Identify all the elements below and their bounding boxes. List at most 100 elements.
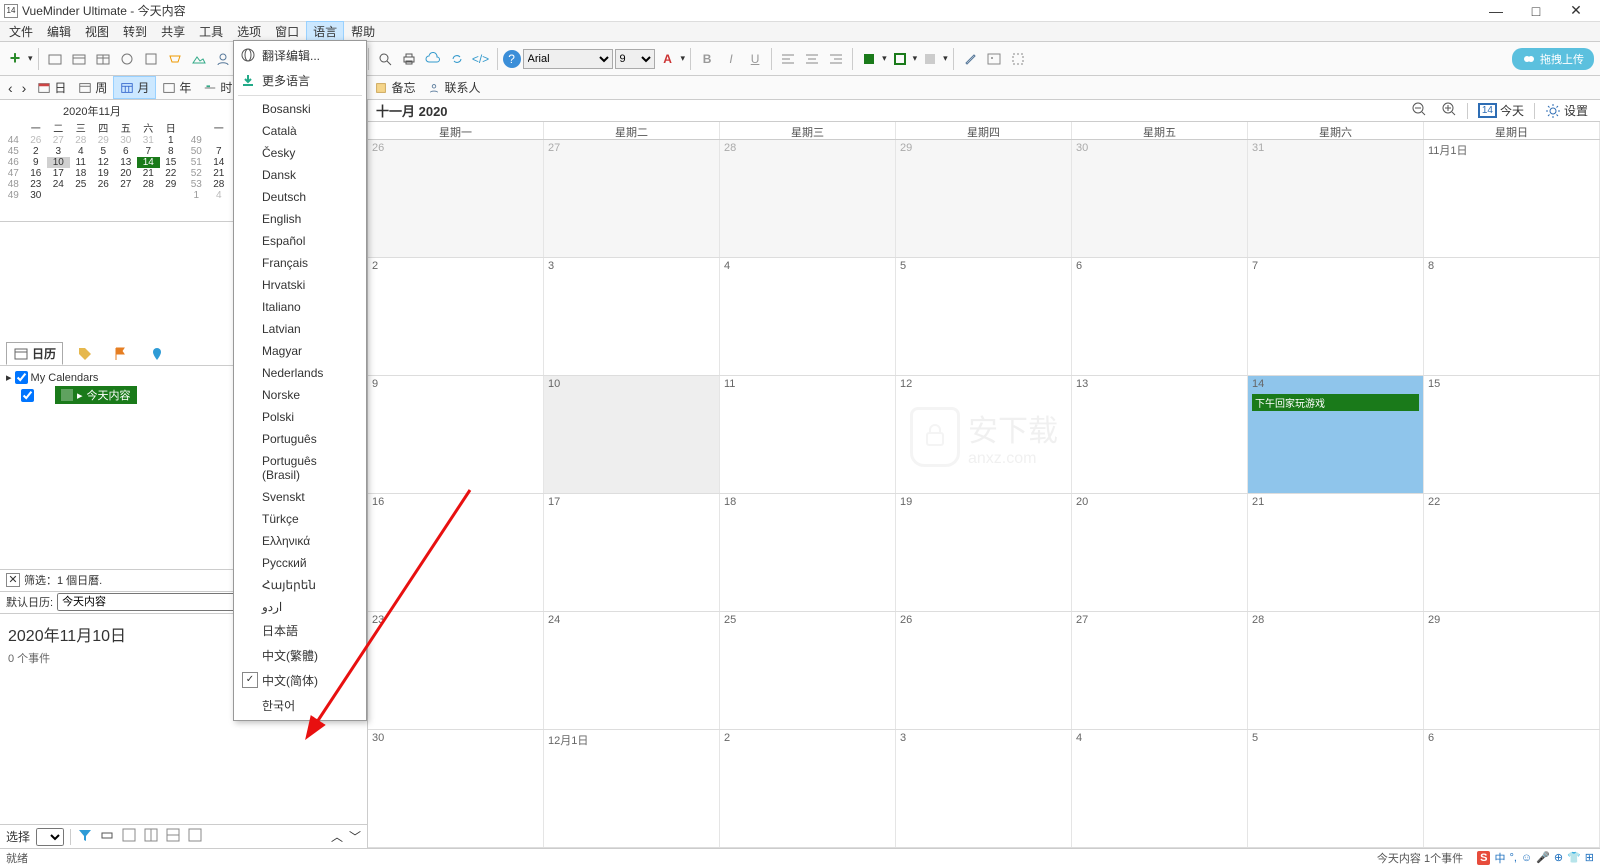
day-cell[interactable]: 24 bbox=[544, 612, 720, 729]
day-cell[interactable]: 9 bbox=[368, 376, 544, 493]
view-year[interactable]: 年 bbox=[156, 77, 197, 98]
lang-option[interactable]: 한국어 bbox=[234, 693, 366, 718]
day-cell[interactable]: 2 bbox=[368, 258, 544, 375]
menu-工具[interactable]: 工具 bbox=[192, 21, 230, 42]
tray-icon[interactable]: ⊞ bbox=[1585, 851, 1594, 864]
zoom-out-icon[interactable] bbox=[1407, 100, 1431, 121]
lang-option[interactable]: 日本語 bbox=[234, 618, 366, 643]
day-cell[interactable]: 3 bbox=[544, 258, 720, 375]
lang-option[interactable]: Norske bbox=[234, 384, 366, 406]
filter-icon[interactable] bbox=[77, 827, 93, 846]
lang-option[interactable]: Magyar bbox=[234, 340, 366, 362]
day-cell[interactable]: 6 bbox=[1072, 258, 1248, 375]
tool-icon[interactable] bbox=[92, 48, 114, 70]
mini-calendar-current[interactable]: 2020年11月一二三四五六日4426272829303114523456784… bbox=[2, 102, 182, 219]
zoom-in-icon[interactable] bbox=[1437, 100, 1461, 121]
lang-option[interactable]: Русский bbox=[234, 552, 366, 574]
lang-option[interactable]: Dansk bbox=[234, 164, 366, 186]
day-cell[interactable]: 18 bbox=[720, 494, 896, 611]
day-cell[interactable]: 22 bbox=[1424, 494, 1600, 611]
nav-next[interactable]: › bbox=[18, 80, 31, 96]
day-cell[interactable]: 12月1日 bbox=[544, 730, 720, 847]
lang-option[interactable]: Nederlands bbox=[234, 362, 366, 384]
tool-icon[interactable] bbox=[164, 48, 186, 70]
day-cell[interactable]: 4 bbox=[1072, 730, 1248, 847]
ime-icon[interactable]: S bbox=[1477, 851, 1490, 865]
tray-icon[interactable]: 👕 bbox=[1567, 851, 1581, 864]
lang-option[interactable]: Polski bbox=[234, 406, 366, 428]
tree-root-check[interactable] bbox=[15, 371, 28, 384]
italic-icon[interactable]: I bbox=[720, 48, 742, 70]
code-icon[interactable]: </> bbox=[470, 48, 492, 70]
day-cell[interactable]: 21 bbox=[1248, 494, 1424, 611]
menu-转到[interactable]: 转到 bbox=[116, 21, 154, 42]
align-center-icon[interactable] bbox=[801, 48, 823, 70]
tab-calendar[interactable]: 日历 bbox=[6, 342, 63, 365]
day-cell[interactable]: 28 bbox=[1248, 612, 1424, 729]
lang-option[interactable]: English bbox=[234, 208, 366, 230]
underline-icon[interactable]: U bbox=[744, 48, 766, 70]
lang-option[interactable]: Türkçe bbox=[234, 508, 366, 530]
sync-icon[interactable] bbox=[446, 48, 468, 70]
day-cell[interactable]: 4 bbox=[720, 258, 896, 375]
layout-icon[interactable] bbox=[121, 827, 137, 846]
lang-option[interactable]: Հայերեն bbox=[234, 574, 366, 596]
lang-option[interactable]: Català bbox=[234, 120, 366, 142]
menu-语言[interactable]: 语言 bbox=[306, 21, 344, 42]
upload-button[interactable]: 拖拽上传 bbox=[1512, 48, 1594, 70]
lang-option[interactable]: Svenskt bbox=[234, 486, 366, 508]
lang-option[interactable]: 中文(简体) bbox=[234, 668, 366, 693]
day-cell[interactable]: 2 bbox=[720, 730, 896, 847]
layout-icon[interactable] bbox=[187, 827, 203, 846]
tool-icon[interactable] bbox=[68, 48, 90, 70]
lang-option[interactable]: Latvian bbox=[234, 318, 366, 340]
tool-icon[interactable] bbox=[44, 48, 66, 70]
new-button[interactable]: + bbox=[4, 48, 26, 70]
day-cell[interactable]: 26 bbox=[896, 612, 1072, 729]
tray-icon[interactable]: 中 bbox=[1494, 850, 1505, 866]
day-cell[interactable]: 16 bbox=[368, 494, 544, 611]
gradient-icon[interactable] bbox=[919, 48, 941, 70]
day-cell[interactable]: 5 bbox=[896, 258, 1072, 375]
day-cell[interactable]: 11 bbox=[720, 376, 896, 493]
lang-option[interactable]: Česky bbox=[234, 142, 366, 164]
day-cell[interactable]: 19 bbox=[896, 494, 1072, 611]
day-cell[interactable]: 17 bbox=[544, 494, 720, 611]
lang-option[interactable]: Deutsch bbox=[234, 186, 366, 208]
help-icon[interactable]: ? bbox=[503, 50, 521, 68]
font-color-icon[interactable]: A bbox=[657, 48, 679, 70]
font-size-select[interactable]: 9 bbox=[615, 49, 655, 69]
tool-icon[interactable] bbox=[212, 48, 234, 70]
menu-窗口[interactable]: 窗口 bbox=[268, 21, 306, 42]
day-cell[interactable]: 13 bbox=[1072, 376, 1248, 493]
close-filter-icon[interactable]: ✕ bbox=[6, 573, 20, 587]
lang-option[interactable]: Hrvatski bbox=[234, 274, 366, 296]
minimize-button[interactable]: — bbox=[1476, 3, 1516, 19]
day-cell[interactable]: 11月1日 bbox=[1424, 140, 1600, 257]
print-icon[interactable] bbox=[99, 827, 115, 846]
view-contact[interactable]: 联系人 bbox=[421, 77, 486, 98]
menu-视图[interactable]: 视图 bbox=[78, 21, 116, 42]
lang-option[interactable]: اردو bbox=[234, 596, 366, 618]
tool-icon[interactable] bbox=[188, 48, 210, 70]
menu-选项[interactable]: 选项 bbox=[230, 21, 268, 42]
day-cell[interactable]: 29 bbox=[896, 140, 1072, 257]
bold-icon[interactable]: B bbox=[696, 48, 718, 70]
month-grid[interactable]: 26272829303111月1日234567891011121314下午回家玩… bbox=[368, 140, 1600, 848]
event-bar[interactable]: 下午回家玩游戏 bbox=[1252, 394, 1419, 411]
tray-icon[interactable]: °, bbox=[1509, 852, 1516, 864]
view-week[interactable]: 周 bbox=[72, 77, 113, 98]
view-day[interactable]: 日 bbox=[31, 77, 72, 98]
tab-location-icon[interactable] bbox=[143, 344, 171, 364]
day-cell[interactable]: 31 bbox=[1248, 140, 1424, 257]
day-cell[interactable]: 29 bbox=[1424, 612, 1600, 729]
search-icon[interactable] bbox=[374, 48, 396, 70]
lang-option[interactable]: Español bbox=[234, 230, 366, 252]
settings-button[interactable]: 设置 bbox=[1541, 101, 1592, 120]
image-icon[interactable] bbox=[983, 48, 1005, 70]
lang-option[interactable]: Bosanski bbox=[234, 98, 366, 120]
day-cell[interactable]: 3 bbox=[896, 730, 1072, 847]
day-cell[interactable]: 7 bbox=[1248, 258, 1424, 375]
lang-option[interactable]: 中文(繁體) bbox=[234, 643, 366, 668]
layout-icon[interactable] bbox=[143, 827, 159, 846]
